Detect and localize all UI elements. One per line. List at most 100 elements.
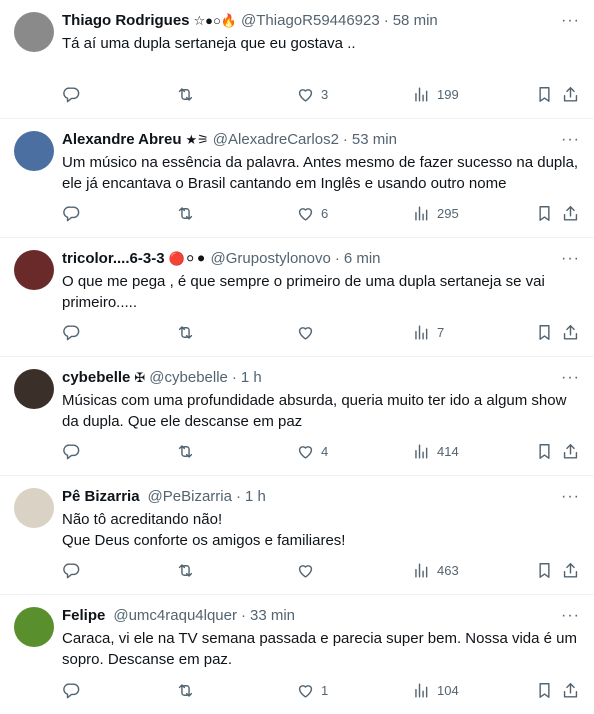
bookmark-button[interactable] — [535, 440, 554, 462]
reply-button[interactable] — [62, 202, 87, 224]
retweet-icon — [178, 325, 193, 339]
share-icon — [563, 205, 578, 221]
views-button[interactable]: 7 — [412, 321, 444, 343]
reply-icon — [63, 205, 80, 221]
more-options-icon[interactable]: ··· — [561, 11, 580, 31]
like-button[interactable]: 6 — [296, 202, 328, 224]
tweet[interactable]: Alexandre Abreu ★⚞ @AlexadreCarlos2 · 53… — [0, 119, 594, 238]
like-button[interactable] — [296, 321, 321, 343]
timestamp[interactable]: 58 min — [393, 11, 438, 31]
share-button[interactable] — [561, 321, 580, 343]
heart-icon — [298, 564, 313, 578]
tweet-text: Músicas com uma profundidade absurda, qu… — [62, 392, 567, 430]
more-options-icon[interactable]: ··· — [561, 606, 580, 626]
avatar[interactable] — [14, 250, 54, 290]
user-handle[interactable]: @umc4raqu4lquer — [113, 606, 237, 626]
tweet-header: cybebelle ✠ @cybebelle · 1 h — [62, 368, 554, 388]
display-name[interactable]: Alexandre Abreu — [62, 130, 181, 150]
heart-icon — [298, 207, 313, 221]
views-button[interactable]: 463 — [412, 559, 459, 581]
retweet-button[interactable] — [176, 202, 201, 224]
reply-button[interactable] — [62, 679, 87, 701]
reply-button[interactable] — [62, 83, 87, 105]
views-icon — [415, 443, 428, 459]
reply-button[interactable] — [62, 440, 87, 462]
share-button[interactable] — [561, 440, 580, 462]
name-badge: ☆●○🔥 — [193, 13, 238, 28]
like-count: 4 — [321, 443, 329, 459]
display-name[interactable]: Felipe — [62, 606, 105, 626]
tweet[interactable]: cybebelle ✠ @cybebelle · 1 h ··· Músicas… — [0, 357, 594, 476]
tweet[interactable]: Felipe @umc4raqu4lquer · 33 min ··· Cara… — [0, 595, 594, 714]
bookmark-button[interactable] — [535, 559, 554, 581]
retweet-button[interactable] — [176, 559, 201, 581]
tweet-actions: 4 414 — [62, 440, 580, 462]
share-button[interactable] — [561, 559, 580, 581]
views-button[interactable]: 295 — [412, 202, 459, 224]
views-icon — [415, 205, 428, 221]
share-button[interactable] — [561, 679, 580, 701]
bookmark-button[interactable] — [535, 321, 554, 343]
display-name[interactable]: Pê Bizarria — [62, 487, 140, 507]
share-button[interactable] — [561, 202, 580, 224]
retweet-icon — [178, 87, 193, 101]
avatar[interactable] — [14, 488, 54, 528]
views-icon — [415, 562, 428, 578]
more-options-icon[interactable]: ··· — [561, 487, 580, 507]
separator-dot: · — [383, 12, 389, 29]
timestamp[interactable]: 33 min — [250, 606, 295, 626]
avatar[interactable] — [14, 369, 54, 409]
retweet-button[interactable] — [176, 679, 201, 701]
avatar[interactable] — [14, 607, 54, 647]
views-button[interactable]: 104 — [412, 679, 459, 701]
like-button[interactable] — [296, 559, 321, 581]
view-count: 463 — [437, 562, 459, 578]
avatar[interactable] — [14, 12, 54, 52]
like-button[interactable]: 1 — [296, 679, 328, 701]
share-button[interactable] — [561, 83, 580, 105]
like-button[interactable]: 3 — [296, 83, 328, 105]
views-button[interactable]: 199 — [412, 83, 459, 105]
retweet-icon — [178, 563, 193, 577]
retweet-icon — [178, 683, 193, 697]
reply-button[interactable] — [62, 321, 87, 343]
tweet[interactable]: Pê Bizarria @PeBizarria · 1 h ··· Não tô… — [0, 476, 594, 595]
user-handle[interactable]: @Grupostylonovo — [211, 249, 331, 269]
reply-button[interactable] — [62, 559, 87, 581]
retweet-button[interactable] — [176, 83, 201, 105]
timestamp[interactable]: 1 h — [245, 487, 266, 507]
bookmark-button[interactable] — [535, 83, 554, 105]
more-options-icon[interactable]: ··· — [561, 249, 580, 269]
bookmark-button[interactable] — [535, 679, 554, 701]
more-options-icon[interactable]: ··· — [561, 130, 580, 150]
tweet[interactable]: Thiago Rodrigues ☆●○🔥 @ThiagoR59446923 ·… — [0, 0, 594, 119]
heart-icon — [298, 326, 313, 340]
avatar[interactable] — [14, 131, 54, 171]
tweet-text: Caraca, vi ele na TV semana passada e pa… — [62, 630, 577, 668]
retweet-button[interactable] — [176, 321, 201, 343]
timestamp[interactable]: 6 min — [344, 249, 381, 269]
user-handle[interactable]: @ThiagoR59446923 — [241, 11, 380, 31]
timestamp[interactable]: 1 h — [241, 368, 262, 388]
like-count: 3 — [321, 86, 329, 102]
bookmark-icon — [539, 205, 550, 221]
share-icon — [563, 86, 578, 102]
user-handle[interactable]: @cybebelle — [149, 368, 228, 388]
display-name[interactable]: tricolor....6-3-3 — [62, 249, 165, 269]
like-button[interactable]: 4 — [296, 440, 328, 462]
more-options-icon[interactable]: ··· — [561, 368, 580, 388]
tweet-actions: 6 295 — [62, 202, 580, 224]
display-name[interactable]: cybebelle — [62, 368, 130, 388]
bookmark-button[interactable] — [535, 202, 554, 224]
timestamp[interactable]: 53 min — [352, 130, 397, 150]
views-button[interactable]: 414 — [412, 440, 459, 462]
bookmark-icon — [539, 682, 550, 698]
tweet-text: Tá aí uma dupla sertaneja que eu gostava… — [62, 35, 356, 52]
user-handle[interactable]: @PeBizarria — [148, 487, 232, 507]
tweet-header: Alexandre Abreu ★⚞ @AlexadreCarlos2 · 53… — [62, 130, 554, 150]
retweet-button[interactable] — [176, 440, 201, 462]
tweet-text: O que me pega , é que sempre o primeiro … — [62, 273, 545, 311]
display-name[interactable]: Thiago Rodrigues — [62, 11, 190, 31]
user-handle[interactable]: @AlexadreCarlos2 — [213, 130, 339, 150]
tweet[interactable]: tricolor....6-3-3 🔴⚪⚫ @Grupostylonovo · … — [0, 238, 594, 357]
